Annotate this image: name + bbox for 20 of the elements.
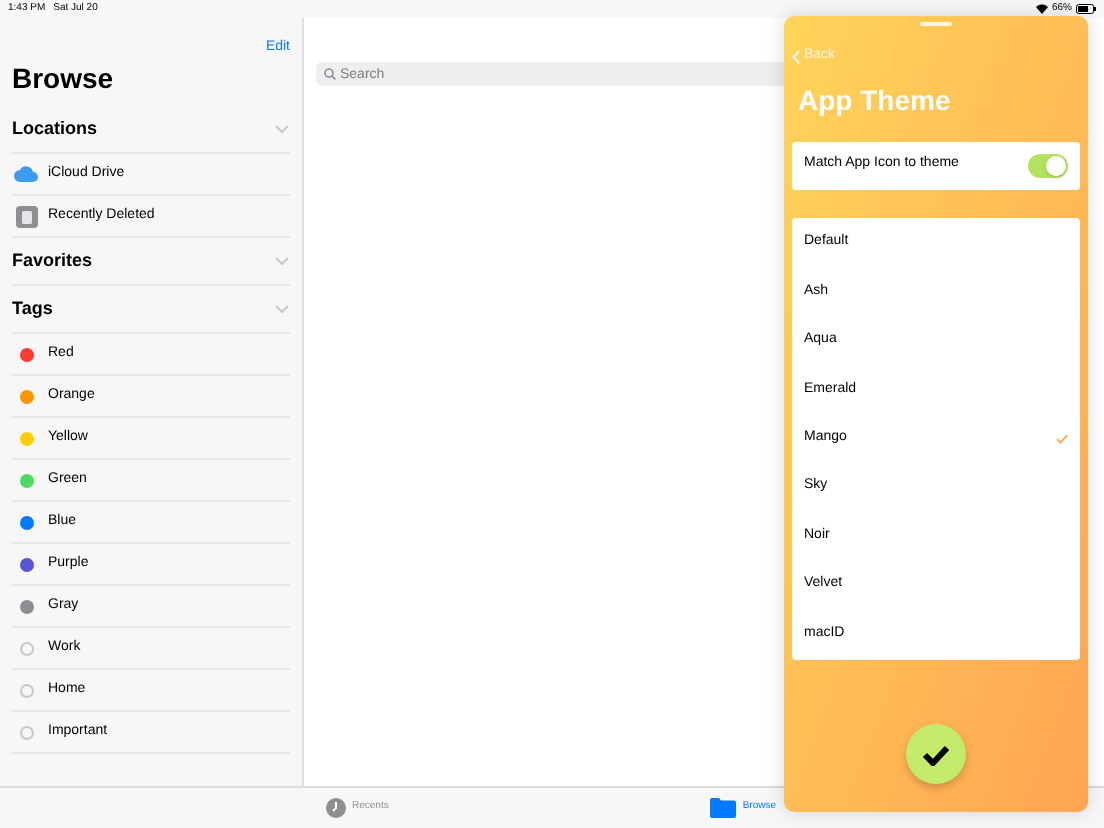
chevron-down-icon [274,304,290,314]
search-icon [324,68,336,80]
sheet-title: App Theme [796,81,953,120]
chevron-down-icon [274,124,290,134]
wifi-icon [1035,4,1048,14]
cloud-icon [14,166,38,182]
battery-icon [1076,4,1096,14]
section-header[interactable]: Locations [12,106,290,154]
folder-icon [710,798,737,818]
chevron-down-icon [274,256,290,266]
section-header[interactable]: Tags [12,286,290,334]
confirm-button[interactable] [906,724,966,784]
back-chevron-icon [792,49,800,64]
grabber-handle[interactable] [920,22,952,26]
checkmark-icon [922,743,950,765]
clock-icon [326,798,346,818]
sidebar-title: Browse [10,62,116,94]
theme-toggle[interactable] [1028,153,1068,177]
section-header[interactable]: Favorites [12,238,290,286]
trash-icon [15,205,37,227]
